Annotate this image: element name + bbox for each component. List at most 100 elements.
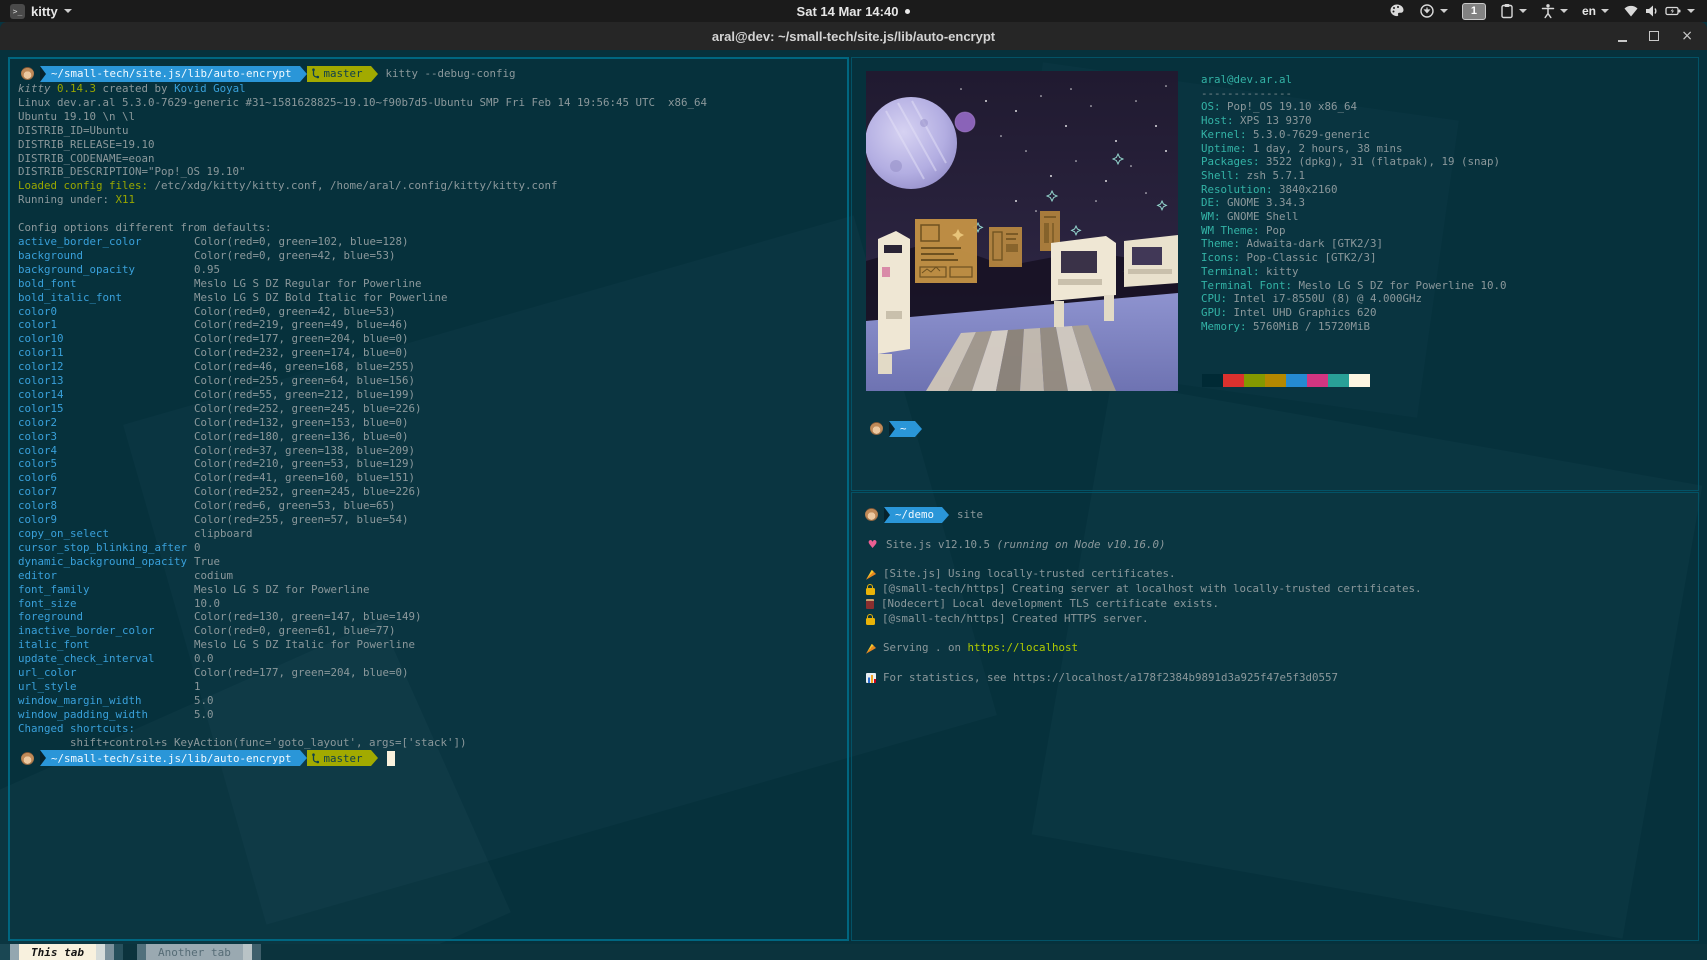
fetch-field-line: Packages: 3522 (dpkg), 31 (flatpak), 19 …: [1201, 155, 1501, 169]
shell-prompt: ~/small-tech/site.js/lib/auto-encrypt ma…: [18, 750, 839, 767]
config-key: color1: [18, 318, 58, 332]
config-option-row: url_style 1: [18, 680, 839, 694]
fetch-field-value: kitty: [1266, 264, 1299, 278]
config-option-row: color6 Color(red=41, green=160, blue=151…: [18, 471, 839, 485]
app-menu-label: kitty: [31, 3, 58, 19]
config-key: window_margin_width: [18, 693, 142, 707]
config-value: True: [194, 554, 221, 568]
shortcuts-title-line: Changed shortcuts:: [18, 721, 136, 735]
maximize-button[interactable]: [1649, 31, 1660, 41]
log-icon: [866, 599, 874, 610]
workspace-indicator[interactable]: 1: [1461, 2, 1486, 20]
fetch-field-value: 3522 (dpkg), 31 (flatpak), 19 (snap): [1266, 155, 1501, 169]
config-option-row: color2 Color(red=132, green=153, blue=0): [18, 416, 839, 430]
config-option-row: editor codium: [18, 569, 839, 583]
clock-menu[interactable]: Sat 14 Mar 14:40: [744, 4, 964, 19]
fetch-field-value: Adwaita-dark [GTK2/3]: [1246, 237, 1384, 251]
desktop: >_ kitty Sat 14 Mar 14:40 1 en aral@dev:…: [0, 0, 1707, 960]
config-value: Color(red=255, green=57, blue=54): [194, 513, 409, 527]
config-key: color12: [18, 360, 64, 374]
statistics-text: For statistics, see https://localhost/a1…: [883, 670, 1339, 684]
config-value: Color(red=46, green=168, blue=255): [194, 360, 416, 374]
status-tray-item[interactable]: [1623, 4, 1695, 18]
config-option-row: color9 Color(red=255, green=57, blue=54): [18, 513, 839, 527]
powerline-notch-icon: [889, 420, 895, 437]
config-key: url_color: [18, 666, 77, 680]
tab-active-label: This tab: [19, 944, 96, 960]
config-value: Color(red=130, green=147, blue=149): [194, 610, 422, 624]
config-value: 5.0: [194, 693, 214, 707]
fetch-field-line: Theme: Adwaita-dark [GTK2/3]: [1201, 237, 1384, 251]
neofetch-info: aral@dev.ar.al -------------- OS: Pop!_O…: [1201, 73, 1507, 333]
config-option-row: color10 Color(red=177, green=204, blue=0…: [18, 332, 839, 346]
language-tray-item[interactable]: en: [1582, 4, 1609, 18]
config-value: Color(red=255, green=64, blue=156): [194, 374, 416, 388]
neofetch-wallpaper-image: [866, 71, 1178, 391]
command-text: kitty --debug-config: [385, 67, 516, 80]
tab-segment: [0, 944, 10, 960]
window-titlebar[interactable]: aral@dev: ~/small-tech/site.js/lib/auto-…: [0, 22, 1707, 50]
log-icon: [866, 613, 875, 625]
config-value: 0: [194, 540, 201, 554]
powerline-notch-icon: [884, 506, 890, 523]
fetch-field-value: Pop!_OS 19.10 x86_64: [1227, 100, 1358, 114]
fetch-field-line: Terminal Font: Meslo LG S DZ for Powerli…: [1201, 278, 1507, 292]
chevron-down-icon: [63, 9, 72, 13]
pane-sitejs[interactable]: ~/demo site Site.js v12.10.5 (running on…: [851, 492, 1699, 941]
fetch-separator: --------------: [1201, 86, 1293, 100]
clipboard-tray-item[interactable]: [1500, 3, 1527, 19]
config-value: 5.0: [194, 707, 214, 721]
fetch-field-line: GPU: Intel UHD Graphics 620: [1201, 305, 1377, 319]
config-key: color7: [18, 485, 58, 499]
config-key: active_border_color: [18, 234, 142, 248]
tab-active[interactable]: This tab: [0, 944, 123, 960]
media-cast-tray-item[interactable]: [1419, 3, 1448, 19]
terminal-line: DISTRIB_DESCRIPTION="Pop!_OS 19.10": [18, 165, 246, 179]
monkey-emoji: [870, 422, 883, 435]
config-key: color5: [18, 457, 58, 471]
powerline-arrow-icon: [299, 750, 307, 766]
clock-label: Sat 14 Mar 14:40: [796, 3, 899, 19]
config-key: color10: [18, 332, 64, 346]
prompt-path-segment: ~: [889, 420, 915, 437]
fetch-field-label: CPU: [1201, 292, 1221, 306]
config-option-row: color12 Color(red=46, green=168, blue=25…: [18, 360, 839, 374]
fetch-field-line: Icons: Pop-Classic [GTK2/3]: [1201, 251, 1377, 265]
fetch-field-line: WM: GNOME Shell: [1201, 210, 1299, 224]
close-button[interactable]: ×: [1681, 29, 1693, 43]
config-key: dynamic_background_opacity: [18, 554, 188, 568]
config-option-row: dynamic_background_opacity True: [18, 555, 839, 569]
localhost-link[interactable]: https://localhost: [968, 641, 1079, 656]
tab-segment: [242, 944, 252, 960]
pane-debug-config[interactable]: ~/small-tech/site.js/lib/auto-encrypt ma…: [8, 57, 849, 941]
battery-icon: [1665, 6, 1681, 16]
terminal-line: Ubuntu 19.10 \n \l: [18, 109, 136, 123]
config-value: Color(red=37, green=138, blue=209): [194, 443, 416, 457]
minimize-button[interactable]: [1618, 31, 1628, 42]
pane-neofetch[interactable]: aral@dev.ar.al -------------- OS: Pop!_O…: [851, 57, 1699, 491]
color-profile-tray-item[interactable]: [1389, 3, 1405, 19]
shortcut-line: shift+control+s KeyAction(func='goto_lay…: [18, 735, 467, 749]
prompt-path-segment: ~/demo: [884, 506, 943, 523]
fetch-field-line: WM Theme: Pop: [1201, 223, 1286, 237]
kitty-version-line: kitty 0.14.3 created by Kovid Goyal: [18, 82, 246, 95]
log-icon: [866, 584, 875, 596]
fetch-field-value: Pop: [1266, 223, 1286, 237]
config-value: Color(red=41, green=160, blue=151): [194, 471, 416, 485]
config-value: codium: [194, 568, 234, 582]
config-value: 1: [194, 679, 201, 693]
app-menu[interactable]: >_ kitty: [0, 3, 72, 19]
chevron-down-icon: [1601, 9, 1609, 13]
config-option-row: active_border_color Color(red=0, green=1…: [18, 235, 839, 249]
fetch-field-label: Shell: [1201, 168, 1234, 182]
fetch-field-label: Uptime: [1201, 141, 1241, 155]
chevron-down-icon: [1687, 9, 1695, 13]
tab-inactive[interactable]: Another tab: [136, 944, 261, 960]
fetch-field-line: Terminal: kitty: [1201, 264, 1299, 278]
accessibility-tray-item[interactable]: [1541, 3, 1568, 19]
window-controls: ×: [1618, 22, 1693, 50]
chevron-down-icon: [1439, 9, 1448, 13]
monkey-emoji: [21, 751, 34, 765]
